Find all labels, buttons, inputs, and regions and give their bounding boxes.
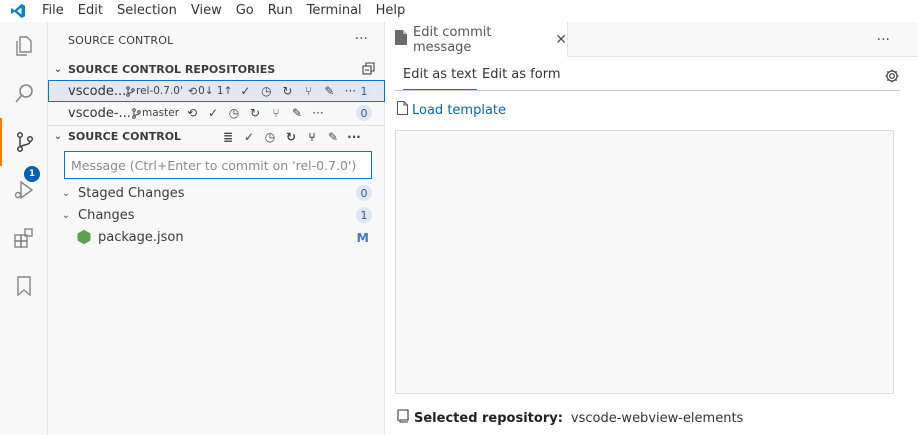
branch-name: rel-0.7.0' (136, 85, 183, 97)
tab-edit-as-text[interactable]: Edit as text (403, 67, 477, 90)
changes-count-badge: 1 (356, 207, 372, 223)
file-row[interactable]: package.json M (48, 226, 385, 248)
menu-selection[interactable]: Selection (110, 0, 184, 22)
repo-icon (397, 409, 409, 427)
changes-group[interactable]: ⌄ Changes 1 (48, 204, 385, 226)
refresh-icon[interactable]: ↻ (283, 129, 299, 145)
repo-actions: rel-0.7.0' ⟲ 0↓ 1↑ ✓ ◷ ↻ ⑂ ✎ ··· (126, 83, 358, 99)
file-status-modified: M (356, 229, 369, 245)
menu-help[interactable]: Help (369, 0, 413, 22)
repo-row[interactable]: vscode... rel-0.7.0' ⟲ 0↓ 1↑ ✓ ◷ ↻ ⑂ ✎ ·… (48, 80, 385, 102)
section-title: SOURCE CONTROL (68, 130, 182, 143)
more-actions-icon[interactable]: ··· (877, 32, 890, 48)
branch-graph-icon[interactable]: ⑂ (268, 105, 284, 121)
tab-edit-commit-message[interactable]: Edit commit message ✕ (385, 22, 568, 57)
menu-run[interactable]: Run (261, 0, 300, 22)
branch-name: master (142, 107, 180, 119)
commit-message-input[interactable] (64, 151, 372, 179)
extensions-icon[interactable] (0, 214, 48, 262)
refresh-icon[interactable]: ↻ (247, 105, 263, 121)
history-icon[interactable]: ◷ (258, 83, 274, 99)
commit-check-icon[interactable]: ✓ (241, 129, 257, 145)
menu-go[interactable]: Go (229, 0, 261, 22)
gear-icon[interactable] (884, 68, 900, 88)
edit-mode-tabs: Edit as text Edit as form (395, 57, 900, 91)
vscode-logo-icon (0, 0, 35, 22)
menu-edit[interactable]: Edit (71, 0, 110, 22)
tab-bar: Edit commit message ✕ ··· (385, 22, 918, 57)
list-view-icon[interactable]: ≣ (220, 129, 236, 145)
source-control-sidebar: SOURCE CONTROL ··· ⌄ SOURCE CONTROL REPO… (48, 22, 385, 435)
tab-edit-as-form[interactable]: Edit as form (482, 67, 561, 82)
branch-graph-icon[interactable]: ⑂ (300, 83, 316, 99)
branch-graph-icon[interactable]: ⑂ (304, 129, 320, 145)
selected-repo-label: Selected repository: (414, 410, 563, 426)
refresh-icon[interactable]: ↻ (279, 83, 295, 99)
staged-changes-group[interactable]: ⌄ Staged Changes 0 (48, 182, 385, 204)
changes-count-badge: 1 (356, 83, 372, 99)
changes-label: Changes (78, 207, 135, 223)
file-name: package.json (98, 229, 184, 245)
run-debug-icon[interactable] (0, 166, 48, 214)
more-actions-icon[interactable]: ··· (310, 105, 326, 121)
edit-pencil-icon[interactable]: ✎ (325, 129, 341, 145)
file-icon (395, 30, 407, 49)
section-header-source-control[interactable]: ⌄ SOURCE CONTROL ≣ ✓ ◷ ↻ ⑂ ✎ ··· (48, 125, 385, 147)
staged-count-badge: 0 (356, 185, 372, 201)
commit-message-textarea[interactable] (395, 130, 894, 394)
sidebar-title: SOURCE CONTROL (68, 34, 174, 47)
bookmark-icon[interactable] (0, 262, 48, 310)
branch-indicator[interactable]: rel-0.7.0' (126, 85, 183, 97)
explorer-icon[interactable] (0, 22, 48, 70)
editor-area: Edit commit message ✕ ··· Edit as text E… (385, 22, 918, 435)
selected-repository: Selected repository: vscode-webview-elem… (397, 409, 743, 427)
history-icon[interactable]: ◷ (226, 105, 242, 121)
menu-file[interactable]: File (35, 0, 71, 22)
source-control-icon[interactable] (0, 118, 48, 166)
document-icon (397, 101, 408, 119)
chevron-down-icon: ⌄ (53, 63, 63, 75)
collapse-all-icon[interactable] (362, 62, 375, 78)
section-header-repositories[interactable]: ⌄ SOURCE CONTROL REPOSITORIES (48, 58, 385, 80)
menu-view[interactable]: View (184, 0, 229, 22)
repo-name: vscode... (68, 83, 127, 99)
repo-row[interactable]: vscode-... master ⟲ ✓ ◷ ↻ ⑂ ✎ ··· 0 (48, 102, 385, 124)
more-actions-icon[interactable]: ··· (346, 129, 362, 145)
history-icon[interactable]: ◷ (262, 129, 278, 145)
sync-counts: 0↓ 1↑ (198, 85, 233, 97)
search-icon[interactable] (0, 70, 48, 118)
staged-changes-label: Staged Changes (78, 185, 185, 201)
section-title: SOURCE CONTROL REPOSITORIES (68, 62, 276, 76)
menubar: File Edit Selection View Go Run Terminal… (0, 0, 918, 22)
sync-indicator[interactable]: ⟲ 0↓ 1↑ (188, 85, 233, 98)
edit-pencil-icon[interactable]: ✎ (289, 105, 305, 121)
commit-check-icon[interactable]: ✓ (237, 83, 253, 99)
chevron-down-icon: ⌄ (61, 209, 71, 221)
sync-icon[interactable]: ⟲ (184, 105, 200, 121)
edit-pencil-icon[interactable]: ✎ (321, 83, 337, 99)
repo-name: vscode-... (68, 105, 131, 121)
repo-actions: master ⟲ ✓ ◷ ↻ ⑂ ✎ ··· (132, 105, 326, 121)
tab-label: Edit commit message (413, 24, 492, 55)
more-actions-icon[interactable]: ··· (355, 31, 368, 47)
close-icon[interactable]: ✕ (555, 32, 567, 48)
changes-count-badge: 0 (356, 105, 372, 121)
menu-terminal[interactable]: Terminal (300, 0, 369, 22)
sync-icon: ⟲ (187, 84, 198, 98)
nodejs-file-icon (76, 229, 92, 249)
chevron-down-icon: ⌄ (61, 187, 71, 199)
commit-check-icon[interactable]: ✓ (205, 105, 221, 121)
branch-indicator[interactable]: master (132, 107, 179, 119)
selected-repo-value: vscode-webview-elements (570, 410, 744, 426)
activity-bar: 1 (0, 22, 48, 435)
load-template-label: Load template (412, 102, 507, 118)
source-control-actions: ≣ ✓ ◷ ↻ ⑂ ✎ ··· (220, 129, 362, 145)
chevron-down-icon: ⌄ (53, 131, 63, 142)
load-template-link[interactable]: Load template (397, 101, 506, 119)
